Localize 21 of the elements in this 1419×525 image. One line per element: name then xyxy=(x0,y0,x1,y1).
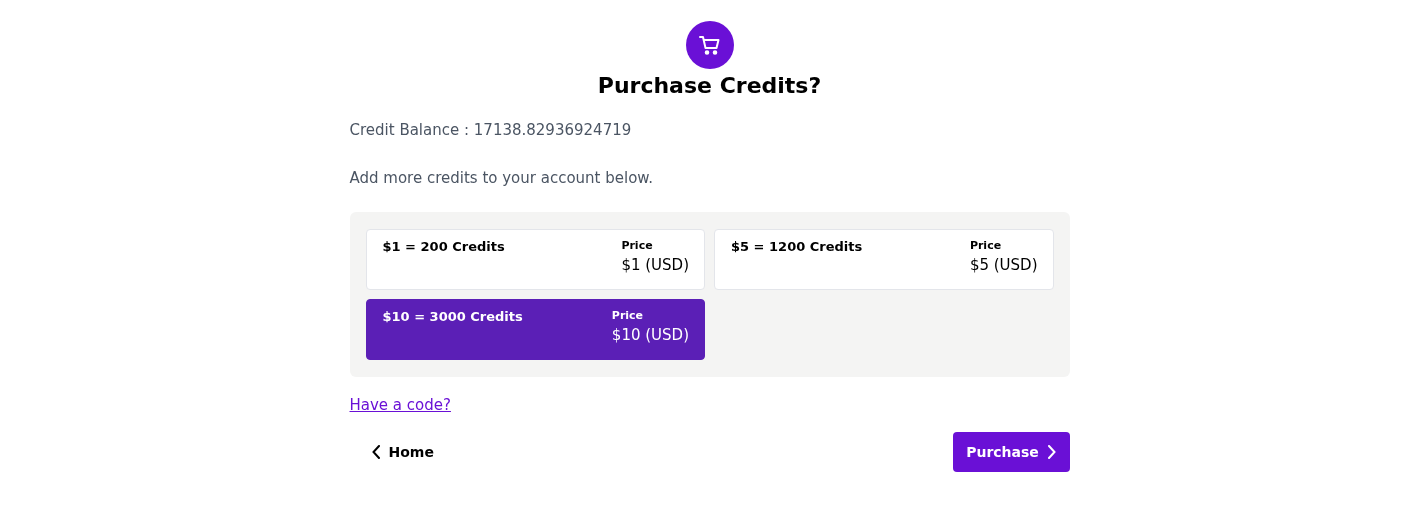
price-label: Price xyxy=(969,239,1002,252)
purchase-button[interactable]: Purchase xyxy=(952,432,1070,472)
package-name: $10 = 3000 Credits xyxy=(382,309,523,326)
credit-balance: Credit Balance : 17138.82936924719 xyxy=(349,121,632,139)
price-value: $5 (USD) xyxy=(969,256,1038,274)
chevron-left-icon xyxy=(371,445,381,459)
description-text: Add more credits to your account below. xyxy=(349,169,653,187)
chevron-right-icon xyxy=(1046,445,1056,459)
cart-icon xyxy=(685,21,734,69)
price-label: Price xyxy=(621,239,653,252)
dialog-title: Purchase Credits? xyxy=(597,72,822,100)
package-name: $1 = 200 Credits xyxy=(382,239,505,256)
price-value: $10 (USD) xyxy=(611,326,689,344)
price-label: Price xyxy=(611,309,644,322)
credit-package-card[interactable]: $10 = 3000 Credits Price $10 (USD) xyxy=(365,299,705,360)
home-button[interactable]: Home xyxy=(349,434,456,470)
package-name: $5 = 1200 Credits xyxy=(731,239,863,256)
have-code-link[interactable]: Have a code? xyxy=(349,396,451,414)
credit-package-card[interactable]: $5 = 1200 Credits Price $5 (USD) xyxy=(714,229,1054,290)
price-value: $1 (USD) xyxy=(621,256,689,274)
credit-package-card[interactable]: $1 = 200 Credits Price $1 (USD) xyxy=(365,229,705,290)
